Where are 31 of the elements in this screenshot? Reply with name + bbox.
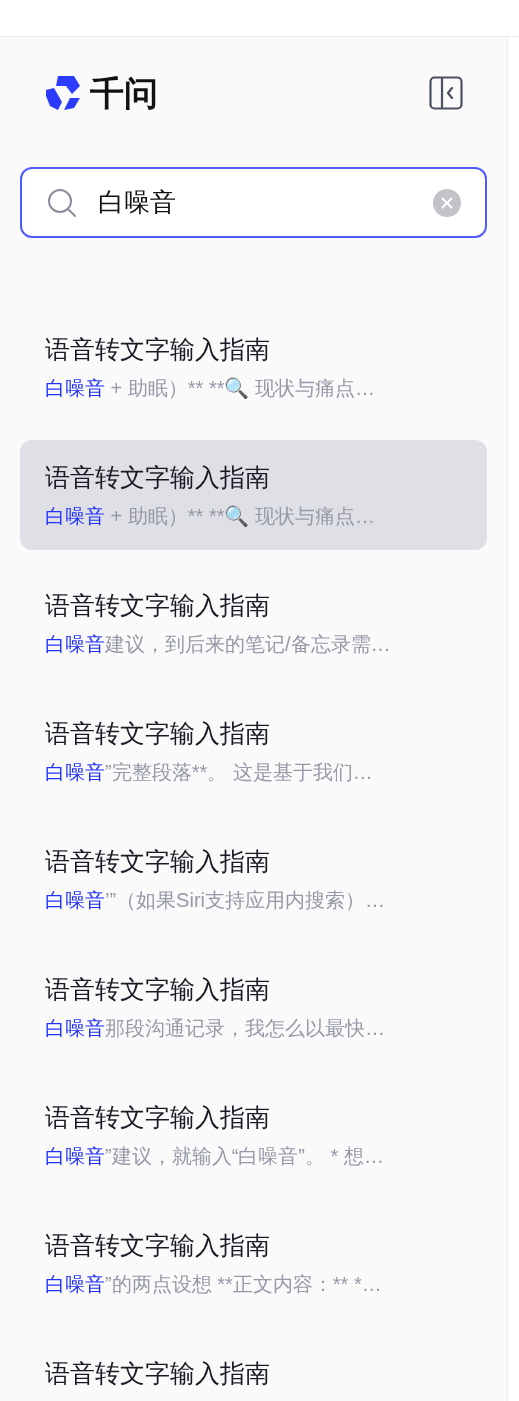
conversation-item[interactable]: 语音转文字输入指南 — [20, 1336, 487, 1401]
conversation-title: 语音转文字输入指南 — [45, 590, 271, 621]
conversation-item[interactable]: 语音转文字输入指南 白噪音”建议，就输入“白噪音”。 * 想… — [20, 1080, 487, 1190]
conversation-item[interactable]: 语音转文字输入指南 白噪音那段沟通记录，我怎么以最快… — [20, 952, 487, 1062]
conversation-item[interactable]: 语音转文字输入指南 白噪音’”（如果Siri支持应用内搜索）… — [20, 824, 487, 934]
collapse-sidebar-icon[interactable] — [429, 76, 463, 110]
search-icon — [46, 186, 78, 219]
conversation-title: 语音转文字输入指南 — [45, 974, 271, 1005]
conversation-title: 语音转文字输入指南 — [45, 1102, 271, 1133]
conversation-snippet: 白噪音”的两点设想 **正文内容：** *… — [45, 1272, 383, 1297]
conversation-title: 语音转文字输入指南 — [45, 462, 271, 493]
conversation-item[interactable]: 语音转文字输入指南 白噪音”完整段落**。 这是基于我们… — [20, 696, 487, 806]
conversation-snippet: 白噪音”完整段落**。 这是基于我们… — [45, 760, 374, 785]
conversation-item[interactable]: 语音转文字输入指南 白噪音建议，到后来的笔记/备忘录需… — [20, 568, 487, 678]
conversation-title: 语音转文字输入指南 — [45, 718, 271, 749]
conversation-snippet: 白噪音 + 助眠）** **🔍 现状与痛点… — [45, 504, 377, 529]
conversation-snippet: 白噪音那段沟通记录，我怎么以最快… — [45, 1016, 386, 1041]
conversation-title: 语音转文字输入指南 — [45, 1230, 271, 1261]
conversation-snippet: 白噪音 + 助眠）** **🔍 现状与痛点… — [45, 376, 377, 401]
conversation-item[interactable]: 语音转文字输入指南 白噪音 + 助眠）** **🔍 现状与痛点… — [20, 440, 487, 550]
conversation-item[interactable]: 语音转文字输入指南 白噪音 + 助眠）** **🔍 现状与痛点… — [20, 312, 487, 422]
conversation-snippet: 白噪音”建议，就输入“白噪音”。 * 想… — [45, 1144, 385, 1169]
conversation-title: 语音转文字输入指南 — [45, 1358, 271, 1389]
logo-icon — [44, 74, 82, 112]
conversation-title: 语音转文字输入指南 — [45, 846, 271, 877]
conversation-snippet: 白噪音建议，到后来的笔记/备忘录需… — [45, 632, 392, 657]
brand-name: 千问 — [90, 76, 158, 110]
conversation-snippet: 白噪音’”（如果Siri支持应用内搜索）… — [45, 888, 386, 913]
conversation-item[interactable]: 语音转文字输入指南 白噪音”的两点设想 **正文内容：** *… — [20, 1208, 487, 1318]
search-field[interactable]: 白噪音 — [20, 167, 487, 238]
conversation-title: 语音转文字输入指南 — [45, 334, 271, 365]
